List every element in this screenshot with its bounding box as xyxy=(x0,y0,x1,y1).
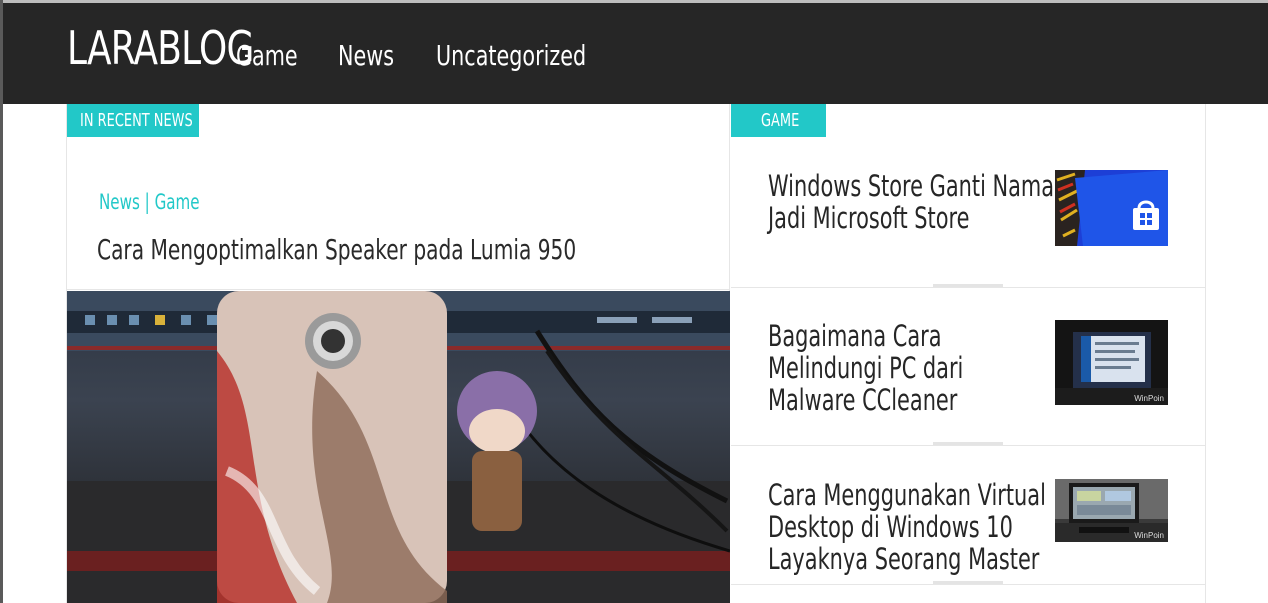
sidebar-post-title[interactable]: Bagaimana Cara Melindungi PC dari Malwar… xyxy=(768,320,1056,416)
thumbnail-watermark: WinPoin xyxy=(1134,531,1164,540)
sidebar-post-2[interactable]: Bagaimana Cara Melindungi PC dari Malwar… xyxy=(731,288,1205,446)
desktop-monitor-thumbnail-icon[interactable]: WinPoin xyxy=(1055,479,1168,542)
featured-categories[interactable]: News | Game xyxy=(99,190,200,214)
item-separator xyxy=(731,584,1205,585)
sidebar-post-1[interactable]: Windows Store Ganti Nama Jadi Microsoft … xyxy=(731,104,1205,288)
recent-news-label: IN RECENT NEWS xyxy=(67,104,199,137)
laptop-screen-thumbnail-icon[interactable]: WinPoin xyxy=(1055,320,1168,405)
sidebar-post-3[interactable]: Cara Menggunakan Virtual Desktop di Wind… xyxy=(731,446,1205,585)
nav-item-uncategorized[interactable]: Uncategorized xyxy=(436,39,586,72)
nav-item-news[interactable]: News xyxy=(338,39,394,72)
sidebar-post-title[interactable]: Cara Menggunakan Virtual Desktop di Wind… xyxy=(768,479,1056,575)
site-header: LARABLOG Game News Uncategorized xyxy=(3,3,1268,104)
featured-post-image[interactable] xyxy=(67,291,730,603)
nav-item-game[interactable]: Game xyxy=(236,39,298,72)
featured-post-title[interactable]: Cara Mengoptimalkan Speaker pada Lumia 9… xyxy=(97,233,576,266)
store-logo-thumbnail-icon[interactable] xyxy=(1055,170,1168,246)
sidebar-post-title[interactable]: Windows Store Ganti Nama Jadi Microsoft … xyxy=(768,170,1056,234)
site-logo[interactable]: LARABLOG xyxy=(67,21,254,75)
thumbnail-watermark: WinPoin xyxy=(1134,394,1164,403)
featured-divider xyxy=(67,289,730,290)
phone-on-desk-photo-icon xyxy=(67,291,730,603)
